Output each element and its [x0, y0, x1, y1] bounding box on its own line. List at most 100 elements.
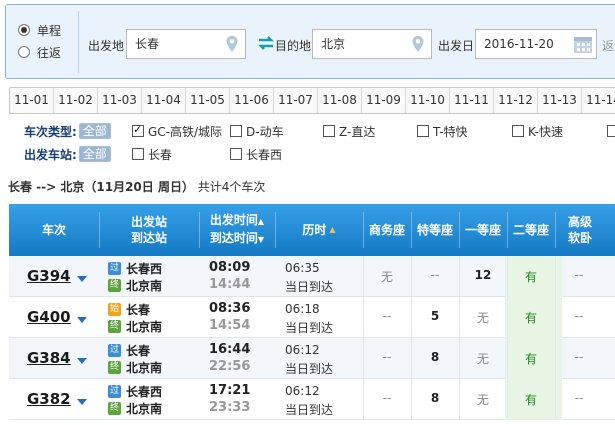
checkbox[interactable] [132, 148, 144, 160]
return-label: 返 [602, 39, 615, 53]
date-tab[interactable]: 11-13 [538, 88, 582, 113]
train-type-filter: 车次类型: 全部 GC-高铁/城际 D-动车 Z-直达 T-特快 K-快速 [24, 122, 615, 140]
date-tab[interactable]: 11-14 [582, 88, 615, 113]
arrival-time: 14:44 [209, 277, 251, 292]
type-d-label: D-动车 [246, 124, 284, 139]
caret-down-icon[interactable] [77, 276, 87, 282]
sort-up-icon[interactable]: ▲ [258, 217, 264, 226]
location-pin-icon[interactable] [225, 35, 239, 53]
station-changchunxi-checkbox[interactable]: 长春西 [230, 145, 282, 163]
caret-down-icon[interactable] [77, 317, 87, 323]
departure-station: 过 长春 [108, 342, 150, 358]
radio-oneway[interactable] [18, 24, 30, 36]
departure-station-name: 长春西 [126, 384, 163, 399]
cell-divider [555, 338, 556, 379]
departure-station-name: 长春 [126, 302, 151, 317]
business-seat: 无 [380, 270, 393, 284]
checkbox[interactable] [230, 125, 242, 137]
from-value: 长春 [135, 37, 160, 51]
date-tab[interactable]: 11-12 [494, 88, 538, 113]
checkbox-checked[interactable] [132, 123, 144, 137]
th-station[interactable]: 出发站 到达站 [99, 204, 199, 256]
to-input[interactable]: 北京 [312, 29, 432, 59]
duration: 06:12 [285, 384, 320, 398]
cell-divider [555, 379, 556, 420]
type-z-checkbox[interactable]: Z-直达 [323, 122, 375, 140]
cell-divider [555, 297, 556, 338]
train-type-all-button[interactable]: 全部 [78, 123, 111, 139]
checkbox[interactable] [607, 125, 615, 137]
arrival-day: 当日到达 [285, 362, 334, 376]
cell-divider [507, 338, 508, 379]
arrival-station-name: 北京南 [126, 401, 163, 416]
date-tab[interactable]: 11-03 [98, 88, 142, 113]
duration: 06:18 [285, 302, 320, 316]
date-label: 出发日 [438, 39, 475, 53]
caret-down-icon[interactable] [77, 358, 87, 364]
table-row[interactable]: G400 始 长春 终 北京南 08:36 14:54 06:18 当日到达 -… [9, 297, 615, 338]
cell-divider [411, 338, 412, 379]
cell-divider [363, 338, 364, 379]
sort-down-icon[interactable]: ▼ [258, 235, 264, 244]
trip-type-oneway[interactable]: 单程 [18, 19, 61, 41]
table-row[interactable]: G384 过 长春 终 北京南 16:44 22:56 06:12 当日到达 -… [9, 338, 615, 379]
date-tab[interactable]: 11-04 [142, 88, 186, 113]
date-tab[interactable]: 11-11 [450, 88, 494, 113]
train-number-link[interactable]: G382 [27, 390, 71, 408]
type-d-checkbox[interactable]: D-动车 [230, 122, 284, 140]
calendar-icon[interactable] [573, 34, 593, 54]
station-all-button[interactable]: 全部 [78, 146, 111, 162]
arrival-station-name: 北京南 [126, 319, 163, 334]
date-tab[interactable]: 11-06 [230, 88, 274, 113]
date-input[interactable]: 2016-11-20 [475, 29, 597, 59]
caret-down-icon[interactable] [77, 399, 87, 405]
train-number-link[interactable]: G394 [27, 267, 71, 285]
th-time[interactable]: 出发时间▲ 到达时间▼ [199, 204, 275, 256]
th-duration[interactable]: 历时 ▲ [275, 204, 363, 256]
th-train-label: 车次 [41, 223, 66, 237]
checkbox[interactable] [512, 125, 524, 137]
departure-station-name: 长春 [126, 343, 151, 358]
checkbox[interactable] [230, 148, 242, 160]
arrival-day: 当日到达 [285, 403, 334, 417]
from-input[interactable]: 长春 [126, 29, 246, 59]
date-tab[interactable]: 11-10 [406, 88, 450, 113]
arrival-day: 当日到达 [285, 321, 334, 335]
divider [78, 11, 79, 73]
terminal-tag-icon: 终 [108, 360, 121, 374]
train-number-link[interactable]: G400 [27, 308, 71, 326]
radio-round[interactable] [18, 46, 30, 58]
type-more-checkbox[interactable] [607, 122, 615, 140]
date-tab[interactable]: 11-01 [10, 88, 54, 113]
station-changchun-checkbox[interactable]: 长春 [132, 145, 172, 163]
sort-up-icon[interactable]: ▲ [329, 222, 335, 238]
checkbox[interactable] [417, 125, 429, 137]
table-row[interactable]: G394 过 长春西 终 北京南 08:09 14:44 06:35 当日到达 … [9, 256, 615, 297]
terminal-tag-icon: 终 [108, 401, 121, 415]
date-tab[interactable]: 11-07 [274, 88, 318, 113]
trip-type-round[interactable]: 往返 [18, 41, 61, 63]
date-tab[interactable]: 11-02 [54, 88, 98, 113]
date-tab[interactable]: 11-09 [362, 88, 406, 113]
business-seat: -- [382, 350, 392, 364]
date-tab[interactable]: 11-08 [318, 88, 362, 113]
first-class-seat: 无 [476, 393, 489, 407]
cell-divider [507, 256, 508, 297]
checkbox[interactable] [323, 125, 335, 137]
th-station-top: 出发站 [130, 215, 167, 229]
location-pin-icon[interactable] [411, 35, 425, 53]
train-number-link[interactable]: G384 [27, 349, 71, 367]
ticket-query-page: 单程 往返 出发地 长春 目的地 北京 出发日 2016-11-20 返 11-… [0, 0, 615, 425]
swap-icon[interactable] [257, 35, 275, 51]
type-gc-checkbox[interactable]: GC-高铁/城际 [132, 122, 222, 140]
business-seat: -- [382, 309, 392, 323]
th-train[interactable]: 车次 [9, 204, 99, 256]
type-t-checkbox[interactable]: T-特快 [417, 122, 468, 140]
departure-time: 17:21 [209, 383, 251, 398]
table-row[interactable]: G382 过 长春西 终 北京南 17:21 23:33 06:12 当日到达 … [9, 379, 615, 420]
departure-time: 08:36 [209, 301, 251, 316]
th-second: 二等座 [507, 204, 555, 256]
second-class-seat: 有 [524, 352, 537, 366]
date-tab[interactable]: 11-05 [186, 88, 230, 113]
type-k-checkbox[interactable]: K-快速 [512, 122, 563, 140]
